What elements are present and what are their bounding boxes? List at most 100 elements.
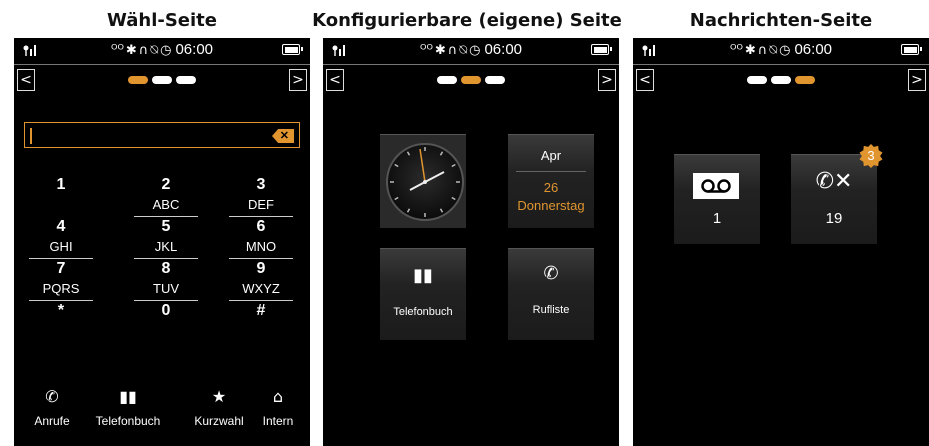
bluetooth-icon: ✱ — [744, 43, 756, 58]
key-star[interactable]: * — [29, 300, 93, 322]
bottom-label: Telefonbuch — [95, 414, 161, 428]
key-2[interactable]: 2 ABC — [134, 174, 198, 217]
key-digit: 7 — [56, 260, 66, 277]
key-letters: DEF — [248, 197, 274, 212]
key-8[interactable]: 8 TUV — [134, 258, 198, 301]
dial-screen: ᴼᴼ ✱ ∩ ⍉ ◷ 06:00 < > ✕ 1 2 ABC 3 DEF 4 GHI — [14, 38, 310, 446]
missed-calls-tile[interactable]: ✆✕ 19 — [791, 154, 877, 244]
missed-call-icon: ✆✕ — [815, 169, 853, 194]
page-dot-1[interactable] — [747, 76, 767, 84]
battery-icon — [591, 44, 612, 55]
page-indicator — [323, 76, 619, 84]
key-letters: JKL — [154, 239, 178, 254]
next-page-button[interactable]: > — [598, 69, 616, 91]
key-5[interactable]: 5 JKL — [134, 216, 198, 259]
call-list-icon: ✆ — [543, 263, 559, 284]
bottom-intern-button[interactable]: ⌂ Intern — [250, 384, 306, 428]
status-icons: ᴼᴼ ✱ ∩ ⍉ ◷ 06:00 — [111, 40, 215, 60]
voicemail-icon: ᴼᴼ — [730, 43, 743, 58]
bluetooth-icon: ✱ — [434, 43, 446, 58]
star-icon: ★ — [211, 387, 227, 406]
signal-icon — [332, 45, 345, 56]
headset-icon: ∩ — [757, 43, 768, 58]
key-digit: 2 — [161, 176, 171, 193]
key-letters: GHI — [49, 239, 73, 254]
page-dot-1[interactable] — [437, 76, 457, 84]
page-dot-2[interactable] — [461, 76, 481, 84]
headset-icon: ∩ — [447, 43, 458, 58]
next-page-button[interactable]: > — [908, 69, 926, 91]
key-7[interactable]: 7 PQRS — [29, 258, 93, 301]
status-icons: ᴼᴼ ✱ ∩ ⍉ ◷ 06:00 — [730, 40, 834, 60]
status-icons: ᴼᴼ ✱ ∩ ⍉ ◷ 06:00 — [420, 40, 524, 60]
dial-input[interactable]: ✕ — [24, 122, 300, 148]
page-dot-1[interactable] — [128, 76, 148, 84]
key-4[interactable]: 4 GHI — [29, 216, 93, 259]
page-dot-3[interactable] — [485, 76, 505, 84]
key-digit: 0 — [161, 302, 171, 319]
nav-divider — [323, 64, 619, 65]
key-hash[interactable]: # — [229, 300, 293, 322]
key-letters: PQRS — [42, 281, 80, 296]
key-6[interactable]: 6 MNO — [229, 216, 293, 259]
bottom-speeddial-button[interactable]: ★ Kurzwahl — [184, 384, 254, 428]
battery-icon — [282, 44, 303, 55]
status-time: 06:00 — [484, 41, 523, 58]
calendar-divider — [516, 171, 586, 172]
phonebook-tile[interactable]: ▮▮ Telefonbuch — [380, 248, 466, 340]
page-dot-2[interactable] — [771, 76, 791, 84]
key-letters: MNO — [245, 239, 277, 254]
key-digit: 1 — [56, 176, 66, 193]
key-digit: 8 — [161, 260, 171, 277]
voicemail-icon: ᴼᴼ — [420, 43, 433, 58]
key-letters: ABC — [152, 197, 180, 212]
voicemail-box — [693, 173, 739, 199]
calllist-tile[interactable]: ✆ Rufliste — [508, 248, 594, 340]
key-digit: # — [256, 302, 266, 319]
dial-bottom-bar: ✆ Anrufe ▮▮ Telefonbuch ★ Kurzwahl ⌂ Int… — [14, 384, 310, 444]
next-page-button[interactable]: > — [289, 69, 307, 91]
key-3[interactable]: 3 DEF — [229, 174, 293, 217]
page-dot-3[interactable] — [795, 76, 815, 84]
text-cursor — [30, 128, 32, 144]
bottom-phonebook-button[interactable]: ▮▮ Telefonbuch — [88, 384, 168, 428]
page-dot-2[interactable] — [152, 76, 172, 84]
voicemail-icon: ᴼᴼ — [111, 43, 124, 58]
bottom-label: Intern — [262, 414, 294, 428]
key-0[interactable]: 0 — [134, 300, 198, 322]
home-icon: ⌂ — [272, 387, 284, 406]
key-digit: * — [57, 302, 65, 319]
analog-clock-icon — [386, 143, 464, 221]
bluetooth-icon: ✱ — [125, 43, 137, 58]
alarm-clock-icon: ◷ — [779, 43, 791, 58]
voicemail-tile[interactable]: 1 — [674, 154, 760, 244]
alarm-clock-icon: ◷ — [160, 43, 172, 58]
bottom-label: Anrufe — [34, 414, 70, 428]
key-letters: WXYZ — [242, 281, 280, 296]
key-9[interactable]: 9 WXYZ — [229, 258, 293, 301]
nav-divider — [14, 64, 310, 65]
call-list-icon: ✆ — [45, 387, 59, 406]
key-1[interactable]: 1 — [29, 174, 93, 196]
headset-icon: ∩ — [138, 43, 149, 58]
calendar-month: Apr — [540, 148, 562, 163]
calendar-widget[interactable]: Apr 26 Donnerstag — [508, 134, 594, 228]
messages-screen: ᴼᴼ ✱ ∩ ⍉ ◷ 06:00 < > 1 ✆✕ 19 3 — [633, 38, 929, 446]
calllist-label: Rufliste — [532, 304, 570, 316]
phonebook-icon: ▮▮ — [119, 387, 137, 406]
status-time: 06:00 — [794, 41, 833, 58]
voicemail-icon — [701, 179, 731, 193]
page-dot-3[interactable] — [176, 76, 196, 84]
status-bar: ᴼᴼ ✱ ∩ ⍉ ◷ 06:00 — [14, 38, 310, 62]
page-indicator — [633, 76, 929, 84]
bottom-calls-button[interactable]: ✆ Anrufe — [22, 384, 82, 428]
key-digit: 9 — [256, 260, 266, 277]
backspace-button[interactable]: ✕ — [272, 129, 294, 143]
dial-page-title: Wähl-Seite — [107, 10, 217, 31]
custom-screen: ᴼᴼ ✱ ∩ ⍉ ◷ 06:00 < > Apr 26 Donnerstag ▮… — [323, 38, 619, 446]
clock-widget[interactable] — [380, 134, 466, 228]
voicemail-count: 1 — [712, 210, 722, 227]
page-indicator — [14, 76, 310, 84]
phonebook-label: Telefonbuch — [393, 306, 453, 318]
custom-page-title: Konfigurierbare (eigene) Seite — [312, 10, 622, 31]
